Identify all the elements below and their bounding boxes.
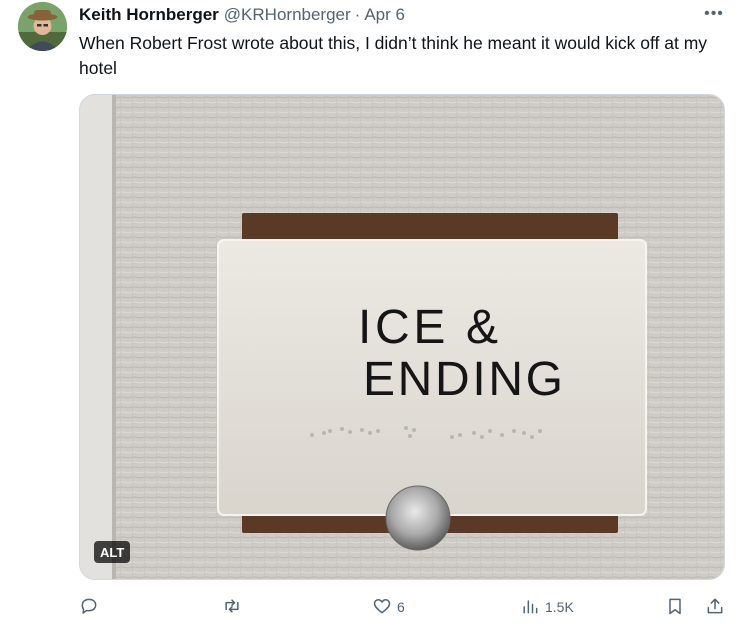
sign-line-2: ENDING <box>363 353 563 406</box>
separator-dot: · <box>354 5 361 24</box>
views-chart-icon <box>520 596 540 619</box>
more-icon: ••• <box>704 5 724 22</box>
bookmark-button[interactable] <box>665 594 685 620</box>
author-avatar[interactable] <box>18 2 67 51</box>
retweet-icon <box>222 596 242 619</box>
tweet-text: When Robert Frost wrote about this, I di… <box>79 33 708 78</box>
reply-button[interactable] <box>79 594 104 620</box>
author-handle[interactable]: @KRHornberger <box>224 5 351 25</box>
bookmark-icon <box>665 596 685 619</box>
heart-icon <box>372 596 392 619</box>
share-button[interactable] <box>705 594 725 620</box>
retweet-button[interactable] <box>222 594 247 620</box>
views-count: 1.5K <box>545 599 574 615</box>
tweet-date[interactable]: Apr 6 <box>364 5 405 25</box>
sign-line-1: ICE & <box>358 301 498 354</box>
share-icon <box>705 596 725 619</box>
tweet-header: Keith Hornberger @KRHornberger · Apr 6 <box>79 4 405 26</box>
tweet-action-bar: 6 1.5K <box>0 594 742 620</box>
views-button[interactable]: 1.5K <box>520 594 574 620</box>
reply-icon <box>79 596 99 619</box>
more-options-button[interactable]: ••• <box>700 2 728 26</box>
like-button[interactable]: 6 <box>372 594 405 620</box>
tweet-photo[interactable]: ICE & ENDING <box>79 94 725 580</box>
author-name[interactable]: Keith Hornberger <box>79 5 219 25</box>
alt-text-badge[interactable]: ALT <box>94 541 131 563</box>
like-count: 6 <box>397 599 405 615</box>
